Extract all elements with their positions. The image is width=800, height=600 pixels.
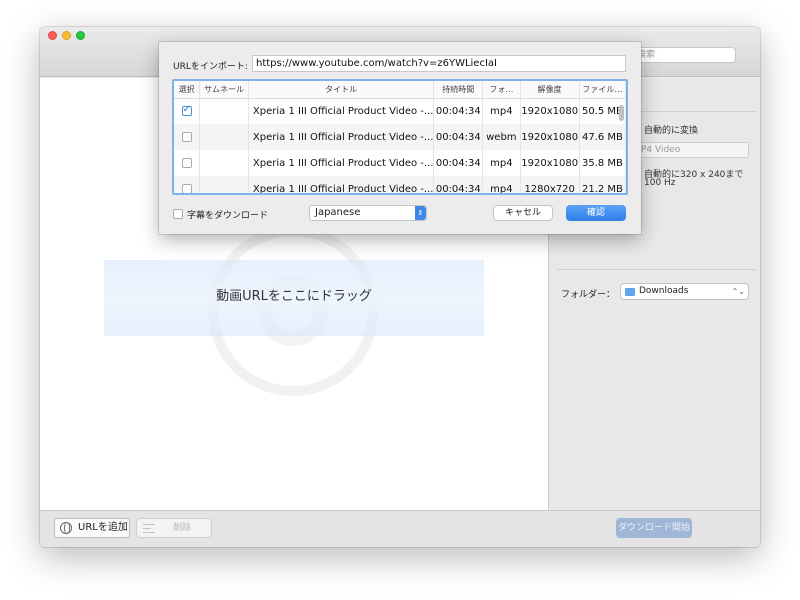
duration-cell: 00:04:34: [433, 124, 484, 150]
chevron-updown-icon: ⇕: [415, 206, 426, 220]
table-row[interactable]: Xperia 1 III Official Product Video -...…: [174, 150, 626, 176]
list-icon: [143, 524, 155, 533]
chevron-updown-icon: ⌃⌄: [731, 287, 745, 296]
auto-convert-label: 自動的に変換: [644, 126, 699, 136]
row-checkbox[interactable]: [181, 183, 192, 193]
download-subtitles-label: 字幕をダウンロード: [187, 211, 269, 221]
url-input[interactable]: https://www.youtube.com/watch?v=z6YWLiec…: [252, 55, 626, 72]
url-label: URLをインポート:: [173, 62, 248, 72]
row-checkbox[interactable]: [181, 104, 192, 116]
delete-label: 削除: [173, 523, 192, 533]
format-cell: webm: [482, 124, 521, 150]
format-select[interactable]: P4 Video: [637, 142, 749, 158]
column-header-thumbnail[interactable]: サムネール: [199, 81, 249, 99]
column-header-select[interactable]: 選択: [174, 81, 201, 99]
framerate-note: 100 Hz: [644, 178, 676, 188]
title-cell: Xperia 1 III Official Product Video -...: [248, 176, 435, 193]
thumbnail-cell: [199, 150, 249, 176]
duration-cell: 00:04:34: [433, 98, 484, 124]
video-table: 選択 サムネール タイトル 持続時間 フォ… 解像度 ファイル… Xperia …: [172, 79, 628, 195]
subtitle-language-select[interactable]: Japanese ⇕: [309, 205, 427, 221]
folder-label: フォルダー：: [561, 290, 616, 300]
confirm-button[interactable]: 確認: [566, 205, 626, 221]
download-subtitles-checkbox[interactable]: [173, 209, 183, 219]
folder-select[interactable]: Downloads ⌃⌄: [620, 283, 749, 300]
column-header-format[interactable]: フォ…: [482, 81, 521, 99]
column-header-resolution[interactable]: 解像度: [520, 81, 580, 99]
thumbnail-cell: [199, 124, 249, 150]
drop-hint: 動画URLをここにドラッグ: [216, 289, 372, 304]
close-window-button[interactable]: [48, 31, 57, 40]
drop-zone[interactable]: 動画URLをここにドラッグ: [104, 260, 484, 336]
search-input[interactable]: 検索: [630, 47, 736, 63]
table-scrollbar[interactable]: [619, 105, 624, 121]
globe-icon: [60, 522, 72, 534]
table-header: 選択 サムネール タイトル 持続時間 フォ… 解像度 ファイル…: [174, 81, 626, 99]
format-cell: mp4: [482, 150, 521, 176]
add-url-button[interactable]: URLを追加: [54, 518, 130, 538]
size-cell: 35.8 MB: [579, 150, 626, 176]
resolution-cell: 1280x720: [520, 176, 580, 193]
zoom-window-button[interactable]: [76, 31, 85, 40]
resolution-cell: 1920x1080: [520, 98, 580, 124]
resolution-cell: 1920x1080: [520, 124, 580, 150]
start-download-button[interactable]: ダウンロード開始: [616, 518, 692, 538]
folder-icon: [625, 288, 635, 296]
title-cell: Xperia 1 III Official Product Video -...: [248, 150, 435, 176]
thumbnail-cell: [199, 176, 249, 193]
title-cell: Xperia 1 III Official Product Video -...: [248, 124, 435, 150]
cancel-button[interactable]: キャセル: [493, 205, 553, 221]
column-header-title[interactable]: タイトル: [248, 81, 435, 99]
column-header-duration[interactable]: 持続時間: [433, 81, 484, 99]
row-checkbox[interactable]: [181, 157, 192, 168]
folder-value: Downloads: [639, 286, 689, 296]
thumbnail-cell: [199, 98, 249, 124]
resolution-cell: 1920x1080: [520, 150, 580, 176]
size-cell: 21.2 MB: [579, 176, 626, 193]
format-cell: mp4: [482, 176, 521, 193]
table-row[interactable]: Xperia 1 III Official Product Video -...…: [174, 176, 626, 193]
language-value: Japanese: [315, 207, 361, 218]
url-import-sheet: URLをインポート: https://www.youtube.com/watch…: [159, 42, 641, 234]
table-row[interactable]: Xperia 1 III Official Product Video -...…: [174, 124, 626, 150]
table-row[interactable]: Xperia 1 III Official Product Video -...…: [174, 98, 626, 124]
add-url-label: URLを追加: [78, 522, 128, 533]
minimize-window-button[interactable]: [62, 31, 71, 40]
duration-cell: 00:04:34: [433, 150, 484, 176]
duration-cell: 00:04:34: [433, 176, 484, 193]
row-checkbox[interactable]: [181, 131, 192, 142]
column-header-filesize[interactable]: ファイル…: [579, 81, 626, 99]
format-cell: mp4: [482, 98, 521, 124]
size-cell: 47.6 MB: [579, 124, 626, 150]
divider: [557, 269, 757, 270]
delete-button[interactable]: 削除: [136, 518, 212, 538]
bottom-toolbar: URLを追加 削除 ダウンロード開始: [40, 510, 760, 547]
title-cell: Xperia 1 III Official Product Video -...: [248, 98, 435, 124]
